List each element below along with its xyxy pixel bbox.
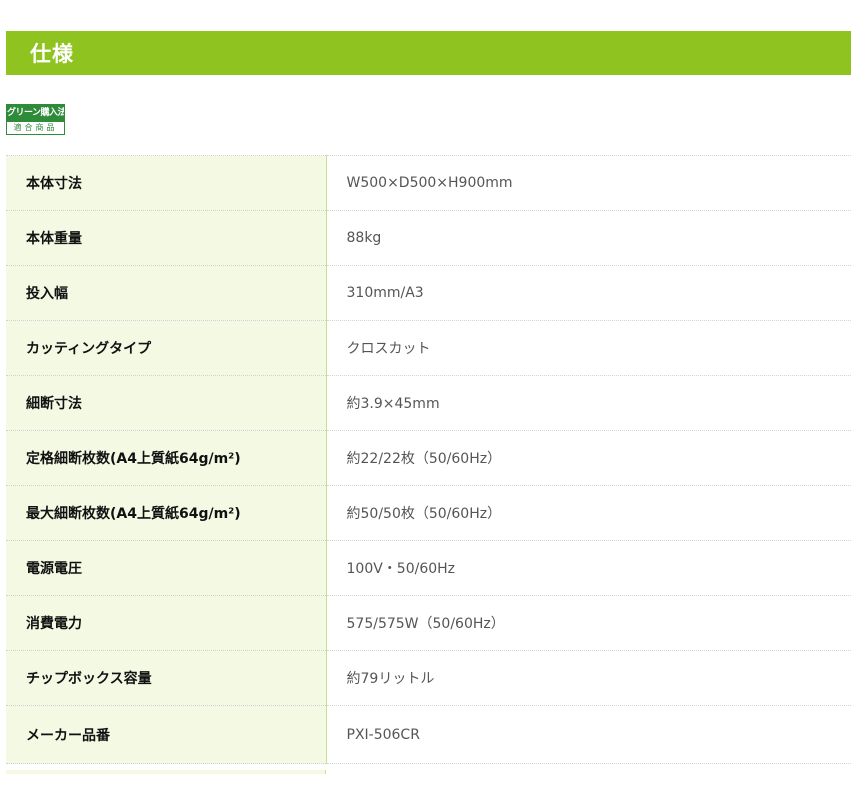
spec-row: 投入幅 310mm/A3: [6, 265, 851, 321]
spec-value: PXI-506CR: [326, 705, 851, 764]
spec-value: 100V・50/60Hz: [326, 540, 851, 596]
spec-row: 本体寸法 W500×D500×H900mm: [6, 155, 851, 211]
spec-label: 細断寸法: [6, 375, 327, 431]
section-title: 仕様: [30, 42, 74, 66]
green-purchase-badge: グリーン購入法 適合商品: [6, 104, 65, 135]
spec-row: 本体重量 88kg: [6, 210, 851, 266]
spec-value: 約50/50枚（50/60Hz）: [326, 485, 851, 541]
spec-row: 細断寸法 約3.9×45mm: [6, 375, 851, 431]
spec-label: 本体重量: [6, 210, 327, 266]
spec-row: 定格細断枚数(A4上質紙64g/m²) 約22/22枚（50/60Hz）: [6, 430, 851, 486]
spec-value: 約22/22枚（50/60Hz）: [326, 430, 851, 486]
badge-bottom-text: 適合商品: [13, 123, 58, 132]
spec-label: カッティングタイプ: [6, 320, 327, 376]
spec-label: チップボックス容量: [6, 650, 327, 706]
spec-row: 電源電圧 100V・50/60Hz: [6, 540, 851, 596]
spec-label: 消費電力: [6, 595, 327, 651]
spec-value: 310mm/A3: [326, 265, 851, 321]
spec-label: 投入幅: [6, 265, 327, 321]
section-header: 仕様: [6, 31, 851, 75]
spec-value: 88kg: [326, 210, 851, 266]
spec-label: 最大細断枚数(A4上質紙64g/m²): [6, 485, 327, 541]
spec-label: 本体寸法: [6, 155, 327, 211]
spec-label: メーカー品番: [6, 705, 327, 764]
spec-label: 定格細断枚数(A4上質紙64g/m²): [6, 430, 327, 486]
spec-row: メーカー品番 PXI-506CR: [6, 705, 851, 764]
spec-value: クロスカット: [326, 320, 851, 376]
spec-label: 電源電圧: [6, 540, 327, 596]
spec-value: 約79リットル: [326, 650, 851, 706]
spec-row: カッティングタイプ クロスカット: [6, 320, 851, 376]
spec-row: 最大細断枚数(A4上質紙64g/m²) 約50/50枚（50/60Hz）: [6, 485, 851, 541]
spec-value: 約3.9×45mm: [326, 375, 851, 431]
spec-table: 本体寸法 W500×D500×H900mm 本体重量 88kg 投入幅 310m…: [6, 155, 851, 764]
spec-value: 575/575W（50/60Hz）: [326, 595, 851, 651]
badge-top-text: グリーン購入法: [7, 105, 64, 122]
table-continuation: [6, 770, 326, 774]
spec-value: W500×D500×H900mm: [326, 155, 851, 211]
spec-row: チップボックス容量 約79リットル: [6, 650, 851, 706]
spec-row: 消費電力 575/575W（50/60Hz）: [6, 595, 851, 651]
